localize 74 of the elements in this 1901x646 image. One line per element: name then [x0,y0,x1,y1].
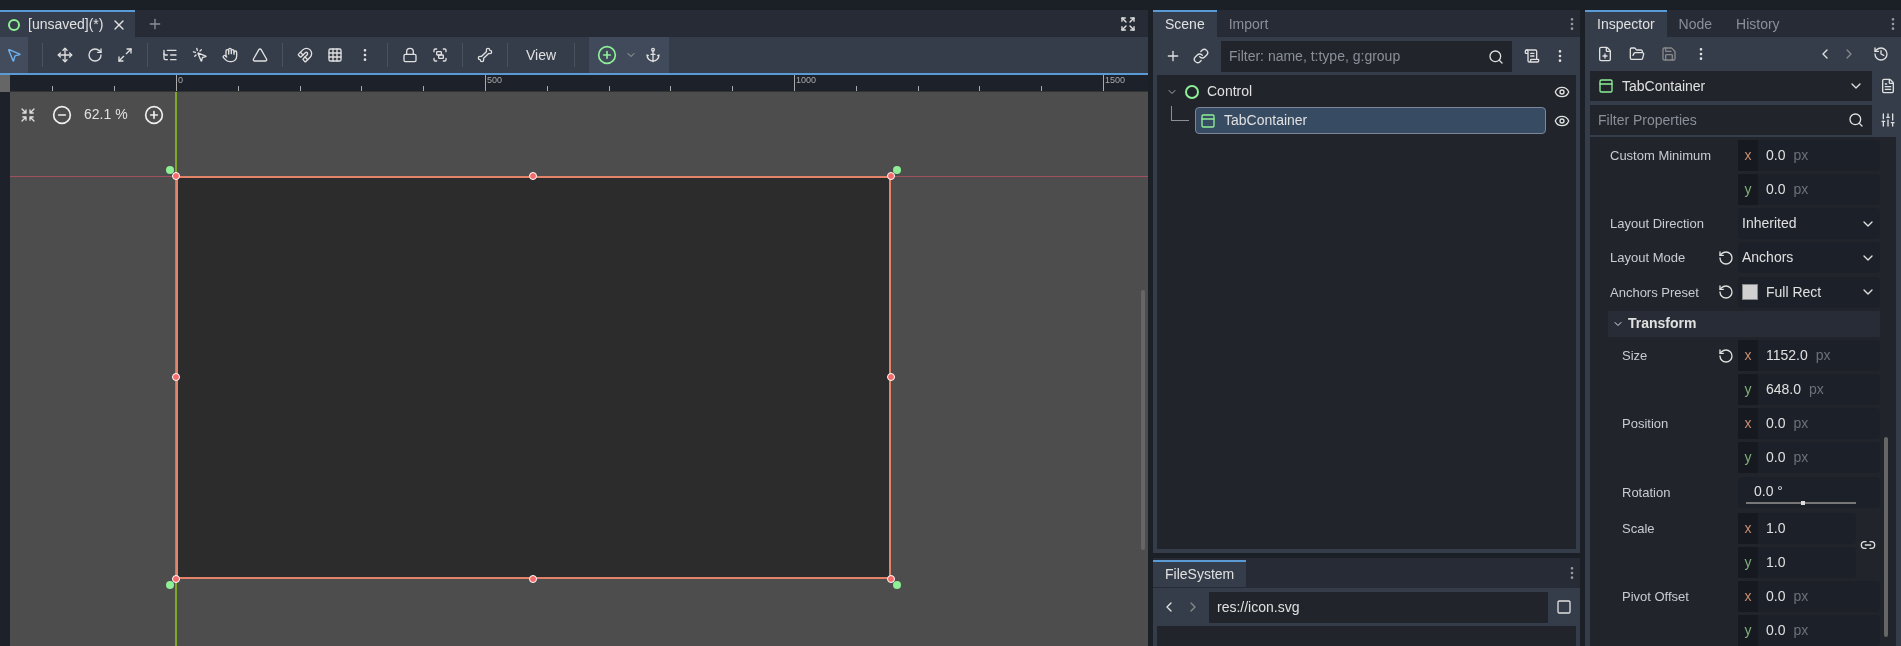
number-field[interactable]: y 1.0 [1738,547,1856,578]
unit-label: px [1793,621,1809,640]
number-field[interactable]: y 648.0 px [1738,374,1880,405]
axis-label: y [1738,547,1758,578]
section-header[interactable]: Transform [1608,311,1880,337]
unit-label: px [1793,180,1809,199]
field-value: 648.0 [1766,380,1802,399]
number-field[interactable]: x 0.0 px [1738,408,1880,439]
property-label: Anchors Preset [1610,283,1699,302]
property-label: Custom Minimum [1610,147,1712,165]
property-label: Size [1622,347,1648,365]
unit-label: px [1793,587,1809,606]
node-selector[interactable]: TabContainer [1590,71,1872,101]
dock-tab[interactable]: Inspector [1585,10,1667,37]
dropdown[interactable]: Anchors [1738,242,1880,274]
axis-label: x [1738,340,1758,371]
axis-label: y [1738,615,1758,646]
tree-item[interactable]: Control [1181,78,1546,105]
axis-label: x [1738,408,1758,439]
dock-tab[interactable]: Node [1666,10,1725,37]
property-label: Position [1622,415,1669,433]
axis-label: y [1738,442,1758,473]
dropdown[interactable]: Full Rect [1738,276,1880,308]
field-value: 0.0 [1766,621,1786,640]
ruler-label: 1000 [796,75,817,85]
field-value: 0.0 [1766,587,1786,606]
axis-label: y [1738,174,1758,205]
zoom-level[interactable]: 62.1 % [84,104,128,125]
unit-label: px [1793,448,1809,467]
dock-tab[interactable]: FileSystem [1153,559,1247,587]
field-value: 1.0 [1766,519,1786,538]
axis-label: x [1738,581,1758,612]
ruler-label: 0 [178,75,183,85]
canvas-viewport[interactable]: 62.1 % [10,92,1148,646]
field-value: 0.0 [1766,146,1786,165]
property-label: Rotation [1622,484,1671,503]
field-value: 0.0 [1766,414,1786,433]
field-value: 0.0 [1766,180,1786,199]
field-value: 0.0 [1766,448,1786,467]
filter-field[interactable]: Filter: name, t:type, g:group [1221,40,1512,72]
property-label: Scale [1622,520,1655,538]
number-field[interactable]: x 1152.0 px [1738,340,1880,371]
unit-label: px [1809,380,1824,399]
unit-label: px [1793,146,1809,165]
ruler-label: 1500 [1105,75,1126,85]
document-tab[interactable]: [unsaved](*) [0,10,136,37]
property-label: Layout Direction [1610,214,1704,233]
axis-label: x [1738,140,1758,171]
unit-label: px [1815,346,1831,365]
axis-label: y [1738,374,1758,405]
node-name: TabContainer [1224,111,1308,130]
slider-field[interactable]: 0.0 ° [1738,477,1880,509]
number-field[interactable]: x 1.0 [1738,513,1856,544]
path-field[interactable]: res://icon.svg [1209,591,1548,623]
unit-label: px [1793,414,1809,433]
number-field[interactable]: x 0.0 px [1738,140,1880,171]
property-label: Layout Mode [1610,249,1686,268]
view-menu[interactable]: View [522,44,561,66]
field-value: 1152.0 [1766,346,1808,365]
field-value: 1.0 [1766,553,1786,572]
ruler-label: 500 [487,75,503,85]
number-field[interactable]: y 0.0 px [1738,442,1880,473]
dock-tab[interactable]: Import [1216,10,1281,37]
tree-item[interactable]: TabContainer [1195,107,1546,134]
filter-field[interactable]: Filter Properties [1590,104,1872,135]
dock-tab[interactable]: Scene [1153,10,1217,37]
axis-label: x [1738,513,1758,544]
property-label: Pivot Offset [1622,588,1689,606]
number-field[interactable]: x 0.0 px [1738,581,1880,612]
dropdown[interactable]: Inherited [1738,208,1880,240]
number-field[interactable]: y 0.0 px [1738,174,1880,205]
dock-tab[interactable]: History [1724,10,1792,37]
node-name: Control [1207,82,1253,101]
number-field[interactable]: y 0.0 px [1738,615,1880,646]
